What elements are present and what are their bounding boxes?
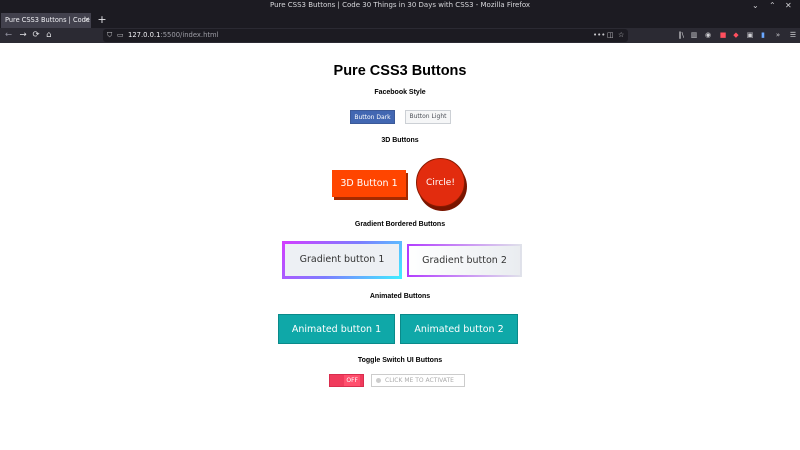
tracking-shield-icon[interactable]: ⛉ [107,30,112,41]
toggle-dot-icon [376,378,381,383]
pocket-icon[interactable]: ◫ [607,29,614,42]
back-icon[interactable]: ← [2,28,15,43]
section-heading-gradient: Gradient Bordered Buttons [354,221,446,228]
maximize-icon[interactable]: ⌃ [769,1,776,11]
menu-icon[interactable]: ☰ [788,28,798,43]
circle-button[interactable]: Circle! [416,158,465,207]
account-icon[interactable]: ◉ [703,28,713,43]
new-tab-button[interactable]: + [95,13,109,28]
section-heading-toggle: Toggle Switch UI Buttons [357,357,443,364]
activate-label: CLICK ME TO ACTIVATE [385,377,454,384]
sidebar-icon[interactable]: ▥ [689,28,699,43]
reload-icon[interactable]: ⟳ [30,28,42,43]
tab-strip: Pure CSS3 Buttons | Code ✕ + [0,13,800,28]
url-path: :5500/index.html [160,31,219,39]
url-bar[interactable]: ⛉ ▭ 127.0.0.1:5500/index.html ••• ◫ ☆ [103,29,628,42]
activate-toggle-button[interactable]: CLICK ME TO ACTIVATE [371,374,465,387]
forward-icon[interactable]: → [17,28,29,43]
close-window-icon[interactable]: ✕ [785,1,792,11]
library-icon[interactable]: ‖\ [676,28,686,43]
3d-button[interactable]: 3D Button 1 [332,170,406,197]
toggle-switch[interactable]: OFF [329,374,364,387]
facebook-dark-button[interactable]: Button Dark [350,110,395,124]
page-content: Pure CSS3 Buttons Facebook Style Button … [0,43,800,450]
tab-close-icon[interactable]: ✕ [82,13,92,28]
extension-icon[interactable]: ▣ [745,28,755,43]
toggle-state-label: OFF [344,375,360,386]
gradient-button-1[interactable]: Gradient button 1 [282,241,402,279]
more-actions-icon[interactable]: ••• [593,29,605,42]
animated-button-2[interactable]: Animated button 2 [400,314,518,344]
home-icon[interactable]: ⌂ [43,28,55,43]
url-host: 127.0.0.1 [128,31,161,39]
facebook-light-button[interactable]: Button Light [405,110,451,124]
minimize-icon[interactable]: ⌄ [752,1,759,11]
tab-label: Pure CSS3 Buttons | Code [5,16,90,24]
overflow-icon[interactable]: » [773,28,783,43]
page-title: Pure CSS3 Buttons [333,63,467,79]
gradient-button-2[interactable]: Gradient button 2 [407,244,522,277]
section-heading-facebook: Facebook Style [374,89,426,96]
extension-icon[interactable]: ▮ [758,28,768,43]
extension-icon[interactable]: ■ [718,28,728,43]
section-heading-3d: 3D Buttons [381,137,419,144]
navigation-bar: ← → ⟳ ⌂ ⛉ ▭ 127.0.0.1:5500/index.html ••… [0,28,800,43]
page-info-icon[interactable]: ▭ [117,30,124,41]
extension-icon[interactable]: ◆ [731,28,741,43]
window-titlebar: Pure CSS3 Buttons | Code 30 Things in 30… [0,0,800,13]
section-heading-animated: Animated Buttons [369,293,431,300]
bookmark-star-icon[interactable]: ☆ [618,29,624,42]
animated-button-1[interactable]: Animated button 1 [278,314,395,344]
url-text[interactable]: 127.0.0.1:5500/index.html [128,29,219,42]
tab-active[interactable]: Pure CSS3 Buttons | Code [1,13,91,28]
window-title: Pure CSS3 Buttons | Code 30 Things in 30… [269,1,531,9]
